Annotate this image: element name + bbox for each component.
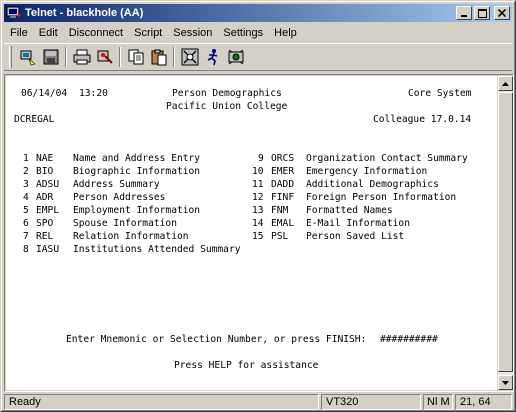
option-label: Formatted Names	[306, 205, 393, 216]
minimize-button[interactable]	[456, 6, 472, 20]
help-text: Press HELP for assistance	[174, 360, 319, 371]
menu-file[interactable]: File	[4, 27, 33, 39]
option-label: Emergency Information	[306, 166, 428, 177]
close-button[interactable]	[494, 6, 510, 20]
scroll-thumb[interactable]	[498, 92, 513, 372]
menu-session[interactable]: Session	[167, 27, 217, 39]
scroll-up-button[interactable]	[498, 76, 513, 91]
option-code: ORCS	[271, 153, 295, 164]
option-code: NAE	[36, 153, 54, 164]
option-label: Biographic Information	[73, 166, 201, 177]
status-mode: Nl M	[423, 394, 453, 410]
connect-icon[interactable]	[16, 46, 39, 68]
option-number: 12	[252, 192, 264, 203]
option-code: ADSU	[36, 179, 60, 190]
screen-title: Person Demographics	[172, 88, 282, 99]
option-code: EMAL	[271, 218, 295, 229]
vertical-scrollbar[interactable]	[498, 76, 513, 390]
option-number: 11	[252, 179, 264, 190]
paste-icon[interactable]	[147, 46, 170, 68]
option-label: Address Summary	[73, 179, 160, 190]
option-label: Employment Information	[73, 205, 201, 216]
option-number: 6	[23, 218, 29, 229]
option-code: BIO	[36, 166, 54, 177]
window-title: Telnet - blackhole (AA)	[25, 7, 144, 19]
menu-disconnect[interactable]: Disconnect	[63, 27, 128, 39]
option-code: SPO	[36, 218, 54, 229]
maximize-button[interactable]	[474, 6, 490, 20]
option-code: DADD	[271, 179, 295, 190]
arrow-down-icon	[502, 380, 509, 385]
menu-bar: File Edit Disconnect Script Session Sett…	[4, 23, 512, 42]
run-icon[interactable]	[201, 46, 224, 68]
scroll-down-button[interactable]	[498, 375, 513, 390]
option-label: Foreign Person Information	[306, 192, 457, 203]
copy-icon[interactable]	[124, 46, 147, 68]
print-icon[interactable]	[70, 46, 93, 68]
status-cursor-position: 21, 64	[455, 394, 512, 410]
option-number: 2	[23, 166, 29, 177]
toolbar-separator	[119, 47, 121, 67]
option-number: 7	[23, 231, 29, 242]
option-label: E-Mail Information	[306, 218, 410, 229]
screen-system: Core System	[408, 88, 472, 99]
option-code: REL	[36, 231, 54, 242]
toolbar-separator	[65, 47, 67, 67]
menu-help[interactable]: Help	[268, 27, 302, 39]
option-code: IASU	[36, 244, 60, 255]
option-code: FNM	[271, 205, 289, 216]
terminal-frame: 06/14/04 13:20 Person Demographics Core …	[4, 74, 514, 392]
status-terminal-type: VT320	[321, 394, 421, 410]
arrow-up-icon	[502, 81, 509, 86]
status-bar: Ready VT320 Nl M 21, 64	[4, 394, 514, 410]
option-number: 8	[23, 244, 29, 255]
menu-settings[interactable]: Settings	[217, 27, 268, 39]
option-code: EMPL	[36, 205, 60, 216]
toolbar-separator	[173, 47, 175, 67]
option-label: Person Saved List	[306, 231, 405, 242]
option-label: Relation Information	[73, 231, 189, 242]
option-label: Spouse Information	[73, 218, 177, 229]
option-number: 3	[23, 179, 29, 190]
menu-script[interactable]: Script	[128, 27, 167, 39]
screen-date: 06/14/04	[21, 88, 68, 99]
option-number: 1	[23, 153, 29, 164]
selection-input[interactable]: ##########	[380, 334, 438, 346]
toolbar-grip[interactable]	[9, 46, 12, 68]
option-code: ADR	[36, 192, 54, 203]
color-icon[interactable]	[93, 46, 116, 68]
option-number: 5	[23, 205, 29, 216]
screen-code: DCREGAL	[14, 114, 55, 125]
option-label: Organization Contact Summary	[306, 153, 468, 164]
save-icon[interactable]	[39, 46, 62, 68]
telnet-app-icon[interactable]	[6, 6, 22, 20]
screen-institution: Pacific Union College	[166, 101, 288, 112]
selection-prompt: Enter Mnemonic or Selection Number, or p…	[66, 334, 367, 345]
option-label: Institutions Attended Summary	[73, 244, 241, 255]
menu-edit[interactable]: Edit	[33, 27, 63, 39]
option-number: 9	[258, 153, 264, 164]
option-number: 15	[252, 231, 264, 242]
telnet-window: Telnet - blackhole (AA) File Edit Discon…	[0, 0, 516, 412]
option-number: 13	[252, 205, 264, 216]
option-label: Person Addresses	[73, 192, 166, 203]
option-code: FINF	[271, 192, 295, 203]
option-code: EMER	[271, 166, 295, 177]
screen-version: Colleague 17.0.14	[373, 114, 472, 125]
option-label: Additional Demographics	[306, 179, 439, 190]
toolbar	[4, 43, 512, 71]
screen-time: 13:20	[79, 88, 108, 99]
option-number: 4	[23, 192, 29, 203]
macro-icon[interactable]	[224, 46, 247, 68]
status-ready: Ready	[4, 394, 319, 410]
terminal-screen[interactable]: 06/14/04 13:20 Person Demographics Core …	[6, 76, 497, 390]
option-number: 10	[252, 166, 264, 177]
option-code: PSL	[271, 231, 289, 242]
title-bar[interactable]: Telnet - blackhole (AA)	[4, 4, 512, 22]
option-number: 14	[252, 218, 264, 229]
option-label: Name and Address Entry	[73, 153, 201, 164]
network-icon[interactable]	[178, 46, 201, 68]
